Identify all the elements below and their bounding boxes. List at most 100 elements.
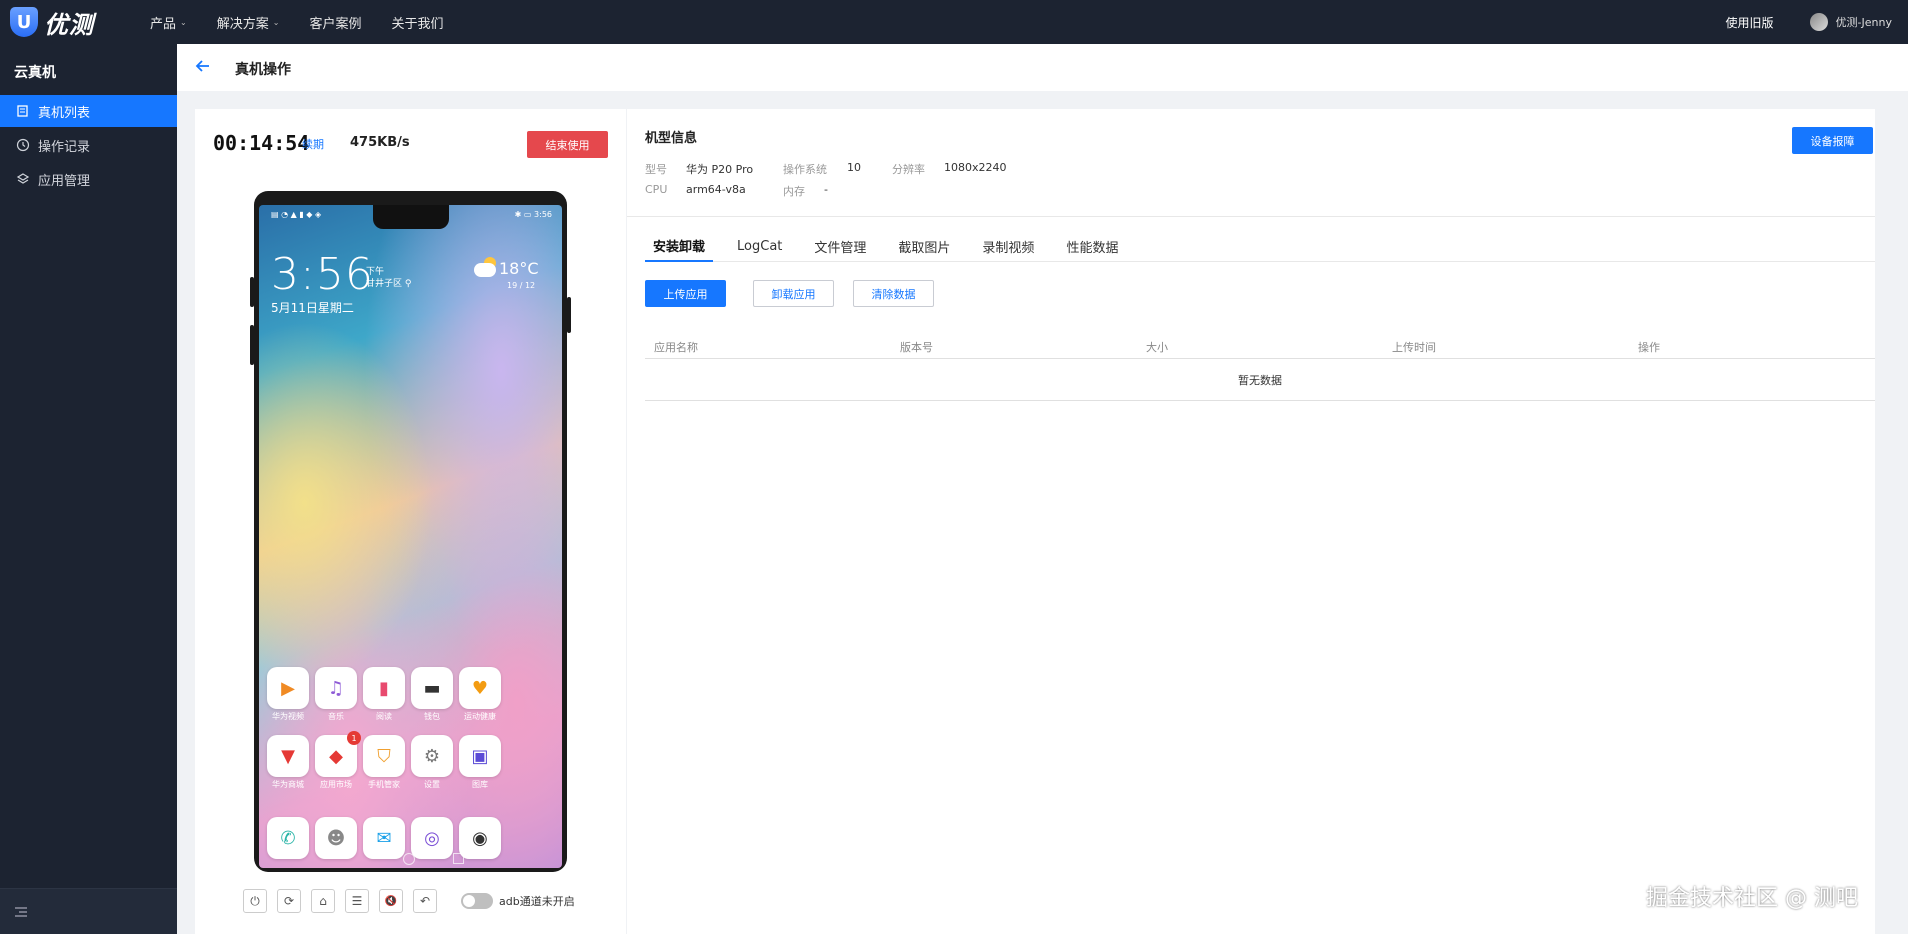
nav-cases[interactable]: 客户案例 [309, 13, 361, 32]
app-manager[interactable]: ⛉ [363, 735, 405, 777]
list-icon [17, 105, 28, 117]
back-icon: ↶ [419, 894, 431, 908]
sidebar-item-label: 操作记录 [38, 139, 91, 155]
app-settings[interactable]: ⚙ [411, 735, 453, 777]
logo[interactable]: U 优测 [10, 6, 94, 39]
app-video[interactable]: ▶ [267, 667, 309, 709]
tab-files[interactable]: 文件管理 [806, 231, 874, 262]
location-text: 甘井子区 [366, 279, 403, 289]
session-timer: 00:14:54 [213, 131, 310, 155]
app-label: 设置 [424, 780, 440, 789]
home-button[interactable]: ⌂ [311, 889, 335, 913]
top-right: 使用旧版 优测-Jenny [1726, 0, 1892, 44]
notification-badge: 1 [347, 731, 361, 745]
app-gallery[interactable]: ▣ [459, 735, 501, 777]
dock-contacts[interactable]: ☻ [315, 817, 357, 859]
chevron-down-icon: ⌄ [180, 17, 187, 27]
nav-solutions[interactable]: 解决方案 ⌄ [217, 13, 280, 32]
avatar[interactable] [1809, 13, 1828, 31]
app-music[interactable]: ♫ [315, 667, 357, 709]
dock-browser[interactable]: ◎ [411, 817, 453, 859]
dock-messages[interactable]: ✉ [363, 817, 405, 859]
logo-text: 优测 [44, 10, 94, 39]
nav-products[interactable]: 产品 ⌄ [150, 13, 187, 32]
app-health[interactable]: ♥ [459, 667, 501, 709]
nav-home-icon[interactable] [403, 853, 415, 865]
uninstall-app-button[interactable]: 卸载应用 [753, 280, 834, 307]
sidebar-item-records[interactable]: 操作记录 [0, 129, 177, 161]
message-icon: ✉ [376, 827, 392, 849]
nav-about[interactable]: 关于我们 [391, 13, 443, 32]
dock-camera[interactable]: ◉ [459, 817, 501, 859]
rotate-icon: ⟳ [283, 894, 295, 908]
app-wallet[interactable]: ▬ [411, 667, 453, 709]
page-indicator: • • [399, 761, 417, 770]
menu-icon: ☰ [351, 894, 363, 908]
tab-record[interactable]: 录制视频 [974, 231, 1042, 262]
phone-side-button [250, 277, 254, 307]
tab-screenshot[interactable]: 截取图片 [890, 231, 958, 262]
tab-performance[interactable]: 性能数据 [1058, 231, 1126, 262]
nav-label: 产品 [150, 16, 177, 32]
location-pin-icon: ⚲ [404, 279, 412, 289]
app-label: 音乐 [328, 712, 344, 721]
sidebar-item-label: 应用管理 [38, 173, 91, 189]
weather-temp: 18°C [499, 259, 539, 278]
phone-frame: ▤ ◔ ▲ ▮ ◆ ◈ ✱ ▭ 3:56 3:56 下午 甘井子区 ⚲ 5月11… [250, 191, 571, 872]
report-fault-button[interactable]: 设备报障 [1792, 127, 1873, 154]
app-label: 华为视频 [272, 712, 304, 721]
app-reading[interactable]: ▮ [363, 667, 405, 709]
app-label: 运动健康 [464, 712, 496, 721]
dock-phone[interactable]: ✆ [267, 817, 309, 859]
device-panel: 00:14:54 续期 475KB/s 结束使用 ▤ ◔ ▲ ▮ ◆ ◈ ✱ ▭… [195, 109, 626, 934]
old-version-link[interactable]: 使用旧版 [1726, 14, 1774, 31]
divider [627, 216, 1875, 217]
upload-app-button[interactable]: 上传应用 [645, 280, 726, 307]
col-actions: 操作 [1638, 341, 1660, 354]
app-vmall[interactable]: ▼ [267, 735, 309, 777]
mute-button[interactable]: 🔇 [379, 889, 403, 913]
resolution-label: 分辨率 [892, 163, 925, 176]
network-speed: 475KB/s [350, 135, 410, 150]
table-header: 应用名称 版本号 大小 上传时间 操作 [645, 331, 1875, 359]
back-button[interactable]: ↶ [413, 889, 437, 913]
nav-recents-icon[interactable] [453, 853, 464, 864]
sidebar-item-apps[interactable]: 应用管理 [0, 163, 177, 195]
os-value: 10 [847, 161, 861, 174]
memory-label: 内存 [783, 185, 805, 198]
power-button[interactable]: ⏻ [243, 889, 267, 913]
sidebar-title: 云真机 [14, 65, 56, 81]
nav-label: 关于我们 [391, 16, 444, 32]
device-info-panel: 机型信息 设备报障 型号 华为 P20 Pro 操作系统 10 分辨率 1080… [627, 109, 1875, 934]
username[interactable]: 优测-Jenny [1836, 14, 1892, 30]
mute-icon: 🔇 [384, 895, 398, 907]
adb-toggle[interactable] [461, 893, 493, 909]
watermark: 掘金技术社区 @ 测吧 [1646, 886, 1858, 911]
status-time: 3:56 [534, 210, 552, 219]
app-label: 钱包 [424, 712, 440, 721]
phone-icon: ✆ [280, 827, 296, 849]
end-session-button[interactable]: 结束使用 [527, 131, 608, 158]
back-arrow-icon[interactable] [193, 56, 213, 76]
chevron-down-icon: ⌄ [272, 17, 280, 27]
memory-value: - [824, 183, 828, 196]
layers-icon [16, 173, 30, 184]
tab-install[interactable]: 安装卸载 [645, 231, 714, 262]
renew-link[interactable]: 续期 [302, 136, 324, 152]
sidebar-collapse[interactable] [0, 888, 177, 934]
clock-icon [16, 138, 30, 152]
model-value: 华为 P20 Pro [686, 163, 754, 176]
col-version: 版本号 [900, 341, 933, 354]
rotate-button[interactable]: ⟳ [277, 889, 301, 913]
device-screen[interactable]: ▤ ◔ ▲ ▮ ◆ ◈ ✱ ▭ 3:56 3:56 下午 甘井子区 ⚲ 5月11… [259, 205, 562, 868]
top-nav: 产品 ⌄ 解决方案 ⌄ 客户案例 关于我们 [150, 0, 473, 44]
tab-bar: 安装卸载 LogCat 文件管理 截取图片 录制视频 性能数据 [645, 231, 1875, 262]
collapse-icon[interactable] [14, 906, 28, 918]
sidebar-item-device-list[interactable]: 真机列表 [0, 95, 177, 127]
clear-data-button[interactable]: 清除数据 [853, 280, 934, 307]
cpu-label: CPU [645, 183, 668, 196]
status-bar-time: ✱ ▭ 3:56 [514, 210, 552, 219]
tab-logcat[interactable]: LogCat [729, 231, 790, 262]
menu-button[interactable]: ☰ [345, 889, 369, 913]
col-upload-time: 上传时间 [1392, 341, 1436, 354]
